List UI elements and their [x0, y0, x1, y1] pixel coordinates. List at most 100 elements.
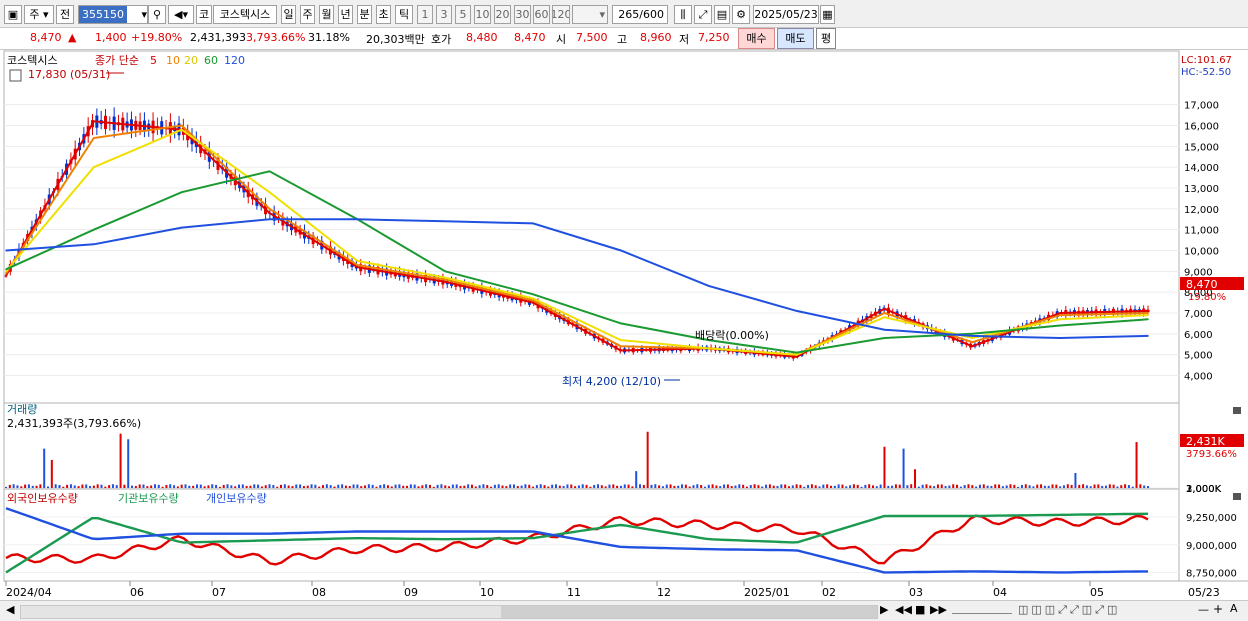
interval-button-7[interactable]: 120 — [552, 5, 570, 24]
interval-button-4[interactable]: 20 — [494, 5, 511, 24]
search-icon[interactable]: ⚲ — [148, 5, 166, 24]
volume-bar — [207, 485, 210, 488]
horizontal-scrollbar[interactable] — [20, 605, 878, 619]
volume-bar — [482, 484, 485, 488]
interval-button-3[interactable]: 10 — [474, 5, 491, 24]
volume-bar — [218, 486, 221, 488]
save-icon[interactable]: ▤ — [714, 5, 730, 24]
period-button-4[interactable]: 분 — [357, 5, 372, 24]
market-select[interactable]: 주 ▾ — [24, 5, 54, 24]
prev-button[interactable]: 전 — [56, 5, 74, 24]
evaluate-button[interactable]: 평 — [816, 28, 836, 49]
ma-legend-prefix: 종가 단순 — [95, 54, 139, 67]
buy-button[interactable]: 매수 — [738, 28, 775, 49]
volume-bar — [1047, 485, 1050, 488]
volume-bar — [16, 485, 19, 488]
volume-bar — [551, 484, 554, 488]
volume-bar — [85, 484, 88, 488]
sound-icon[interactable]: ◀▾ — [168, 5, 194, 24]
period-button-5[interactable]: 초 — [376, 5, 391, 24]
volume-bar — [360, 486, 363, 488]
rewind-icon[interactable]: ◀◀ — [895, 603, 912, 616]
ma-point-20 — [5, 270, 7, 273]
price-y-tick: 16,000 — [1184, 122, 1219, 133]
ma-point-10 — [883, 312, 886, 314]
chart-tools-icon[interactable]: ◫◫◫⤢⤢◫⤢◫ — [1018, 603, 1120, 617]
volume-bar — [512, 484, 515, 488]
volume-bar — [535, 485, 538, 488]
draw-tool-icon[interactable]: ⤢ — [694, 5, 712, 24]
period-button-0[interactable]: 일 — [281, 5, 296, 24]
quote-bar: 8,470 ▲ 1,400 +19.80% 2,431,393 3,793.66… — [0, 28, 1248, 50]
holding-panel-close-icon[interactable] — [1233, 493, 1241, 500]
zoom-out-icon[interactable]: — — [1198, 603, 1209, 616]
volume-bar — [1051, 484, 1054, 488]
sell-button[interactable]: 매도 — [777, 28, 814, 49]
stock-chart[interactable]: 17,000 16,000 15,000 14,000 13,000 12,000 11,0… — [0, 50, 1248, 600]
bar-count-field[interactable]: 265/600 — [612, 5, 668, 24]
volume-bar — [314, 484, 317, 488]
x-axis-label: 09 — [404, 586, 418, 599]
price-y-tick: 9,000 — [1184, 267, 1213, 278]
calendar-small-icon[interactable] — [9, 69, 22, 82]
volume-bar — [814, 485, 817, 488]
scrollbar-thumb[interactable] — [501, 606, 877, 618]
interval-button-0[interactable]: 1 — [417, 5, 433, 24]
volume-bar — [455, 484, 458, 488]
scroll-left-icon[interactable]: ◀ — [6, 603, 14, 616]
volume-bar — [894, 484, 897, 488]
volume-bar — [1078, 484, 1081, 488]
calendar-icon[interactable]: ▦ — [820, 5, 835, 24]
volume-bar — [902, 448, 905, 488]
stock-code-input[interactable]: 355150 ▾ — [78, 5, 148, 24]
price-y-tick: 5,000 — [1184, 351, 1213, 362]
play-icon[interactable]: ▶ — [880, 603, 888, 616]
volume-bar — [1059, 486, 1062, 488]
stop-icon[interactable]: ■ — [915, 603, 925, 616]
volume-bar — [650, 484, 653, 488]
legend-individual: 개인보유수량 — [206, 492, 267, 505]
volume-bar — [180, 484, 183, 488]
volume-bar — [108, 485, 111, 488]
auto-scale-icon[interactable]: A — [1230, 602, 1238, 615]
volume-bar — [131, 485, 134, 488]
gear-icon[interactable]: ⚙ — [732, 5, 750, 24]
ma-point-10 — [444, 278, 447, 281]
date-field[interactable]: 2025/05/23 — [753, 5, 819, 24]
interval-button-5[interactable]: 30 — [514, 5, 531, 24]
period-button-3[interactable]: 년 — [338, 5, 353, 24]
volume-bar — [501, 485, 504, 488]
window-menu-icon[interactable]: ▣ — [4, 5, 22, 24]
volume-bar — [604, 486, 607, 488]
volume-bar — [1020, 484, 1023, 488]
volume-bar — [933, 486, 936, 488]
period-button-2[interactable]: 월 — [319, 5, 334, 24]
volume-bar — [1108, 484, 1111, 488]
ma-point-20 — [883, 316, 886, 318]
period-button-6[interactable]: 틱 — [395, 5, 413, 24]
volume-panel-close-icon[interactable] — [1233, 407, 1241, 414]
ma-point-120 — [707, 285, 710, 287]
interval-button-2[interactable]: 5 — [455, 5, 471, 24]
volume-bar — [856, 484, 859, 488]
interval-custom-select[interactable]: ▾ — [572, 5, 608, 24]
volume-bar — [470, 484, 473, 488]
volume-bar — [520, 485, 523, 488]
candle-type-icon[interactable]: ⫼ — [674, 5, 692, 24]
ma-point-10 — [971, 341, 974, 343]
speed-slider[interactable] — [952, 607, 1012, 614]
volume-bar — [142, 484, 145, 488]
volume-bar — [677, 485, 680, 488]
interval-button-6[interactable]: 60 — [533, 5, 550, 24]
price-y-tick: 15,000 — [1184, 142, 1219, 153]
ma-point-120 — [268, 218, 271, 221]
zoom-in-icon[interactable]: + — [1213, 602, 1223, 616]
volume-bar — [593, 484, 596, 488]
open-label: 시 — [556, 33, 567, 46]
interval-button-1[interactable]: 3 — [436, 5, 452, 24]
x-axis-label: 04 — [993, 586, 1007, 599]
period-button-1[interactable]: 주 — [300, 5, 315, 24]
fast-forward-icon[interactable]: ▶▶ — [930, 603, 947, 616]
volume-bar — [921, 484, 924, 488]
volume-bar — [879, 484, 882, 488]
